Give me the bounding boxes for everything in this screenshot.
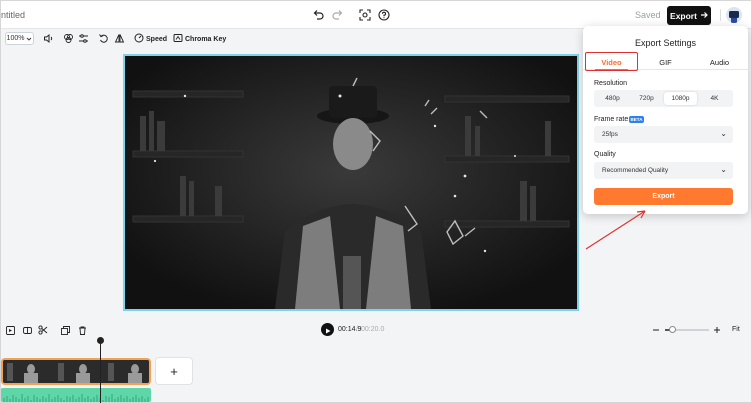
volume-icon[interactable]: [43, 33, 54, 44]
resolution-4k[interactable]: 4K: [698, 92, 731, 105]
export-confirm-label: Export: [652, 193, 675, 200]
timeline-toolbar: 00:14.9 / 00:20.0 Fit: [1, 321, 751, 339]
project-title[interactable]: ntitled: [1, 10, 25, 20]
tab-gif-label: GIF: [659, 57, 672, 67]
add-clip-button[interactable]: +: [155, 357, 193, 385]
resolution-label: Resolution: [594, 80, 628, 87]
flip-icon[interactable]: [114, 33, 125, 44]
redo-icon[interactable]: [331, 8, 345, 22]
trash-icon[interactable]: [77, 325, 87, 335]
video-preview[interactable]: [123, 54, 579, 311]
quality-label: Quality: [594, 151, 616, 158]
resolution-720p[interactable]: 720p: [630, 92, 663, 105]
audio-track[interactable]: [1, 388, 151, 402]
scissors-icon[interactable]: [38, 325, 48, 335]
zoom-slider-handle[interactable]: [668, 326, 676, 333]
highlight-box: [585, 52, 638, 71]
arrow-right-icon: [700, 11, 708, 21]
tab-audio[interactable]: Audio: [693, 54, 746, 70]
audio-waveform: [3, 394, 149, 402]
chroma-key-icon: [173, 33, 183, 45]
beta-badge: BETA: [629, 116, 644, 123]
canvas-zoom-select[interactable]: 100%: [5, 32, 34, 45]
speed-icon: [134, 33, 144, 45]
duplicate-icon[interactable]: [60, 325, 70, 335]
video-clip[interactable]: [1, 358, 151, 385]
export-confirm-button[interactable]: Export: [594, 188, 733, 205]
zoom-out-icon[interactable]: [651, 325, 661, 335]
resolution-1080p[interactable]: 1080p: [664, 92, 697, 105]
add-clip-label: +: [170, 363, 178, 379]
rotate-icon[interactable]: [98, 33, 109, 44]
speed-label: Speed: [146, 35, 168, 43]
export-settings-title: Export Settings: [634, 38, 697, 48]
frame-rate-label: Frame rate: [594, 116, 629, 123]
clip-thumbnails: [3, 360, 149, 383]
play-icon: [325, 321, 331, 339]
tab-audio-label: Audio: [709, 57, 730, 67]
playhead[interactable]: [100, 340, 101, 403]
export-button-label: Export: [670, 10, 697, 21]
export-format-tabs: Video GIF Audio: [583, 52, 748, 71]
color-filter-icon[interactable]: [63, 33, 74, 44]
resolution-480p[interactable]: 480p: [596, 92, 629, 105]
frame-rate-select[interactable]: 25fps ⌄: [594, 126, 733, 143]
export-settings-panel: Export Settings Video GIF Audio Resoluti…: [583, 26, 748, 214]
play-button[interactable]: [321, 323, 334, 336]
undo-icon[interactable]: [311, 8, 325, 22]
fit-button[interactable]: Fit: [732, 326, 740, 333]
adjust-sliders-icon[interactable]: [78, 33, 89, 44]
canvas-zoom-value: 100%: [6, 35, 25, 42]
video-frame-image: [125, 56, 577, 309]
export-button[interactable]: Export: [667, 6, 711, 25]
playhead-handle[interactable]: [97, 337, 104, 344]
help-icon[interactable]: [377, 8, 391, 22]
chevron-down-icon: ⌄: [720, 165, 727, 174]
total-time: 00:20.0: [361, 326, 385, 333]
chroma-key-button[interactable]: Chroma Key: [173, 33, 226, 45]
chroma-key-label: Chroma Key: [185, 35, 227, 43]
frame-rate-value: 25fps: [602, 131, 618, 138]
avatar[interactable]: [726, 7, 742, 23]
time-separator: /: [356, 326, 358, 333]
top-bar: ntitled Saved Export: [1, 1, 751, 29]
quality-select[interactable]: Recommended Quality ⌄: [594, 162, 733, 179]
resolution-selector: 480p 720p 1080p 4K: [594, 90, 733, 107]
tab-gif[interactable]: GIF: [639, 54, 692, 70]
saved-status: Saved: [635, 10, 661, 20]
divider: [720, 9, 721, 21]
timeline-zoom-slider[interactable]: [665, 326, 709, 333]
chevron-down-icon: ⌄: [720, 129, 727, 138]
zoom-in-icon[interactable]: [712, 325, 722, 335]
speed-button[interactable]: Speed: [134, 33, 167, 45]
split-audio-icon[interactable]: [22, 325, 32, 335]
edit-toolbar: 100% Speed Chroma Key: [1, 30, 581, 48]
quality-value: Recommended Quality: [602, 167, 669, 174]
add-media-icon[interactable]: [5, 325, 15, 335]
screenshot-icon[interactable]: [358, 8, 372, 22]
